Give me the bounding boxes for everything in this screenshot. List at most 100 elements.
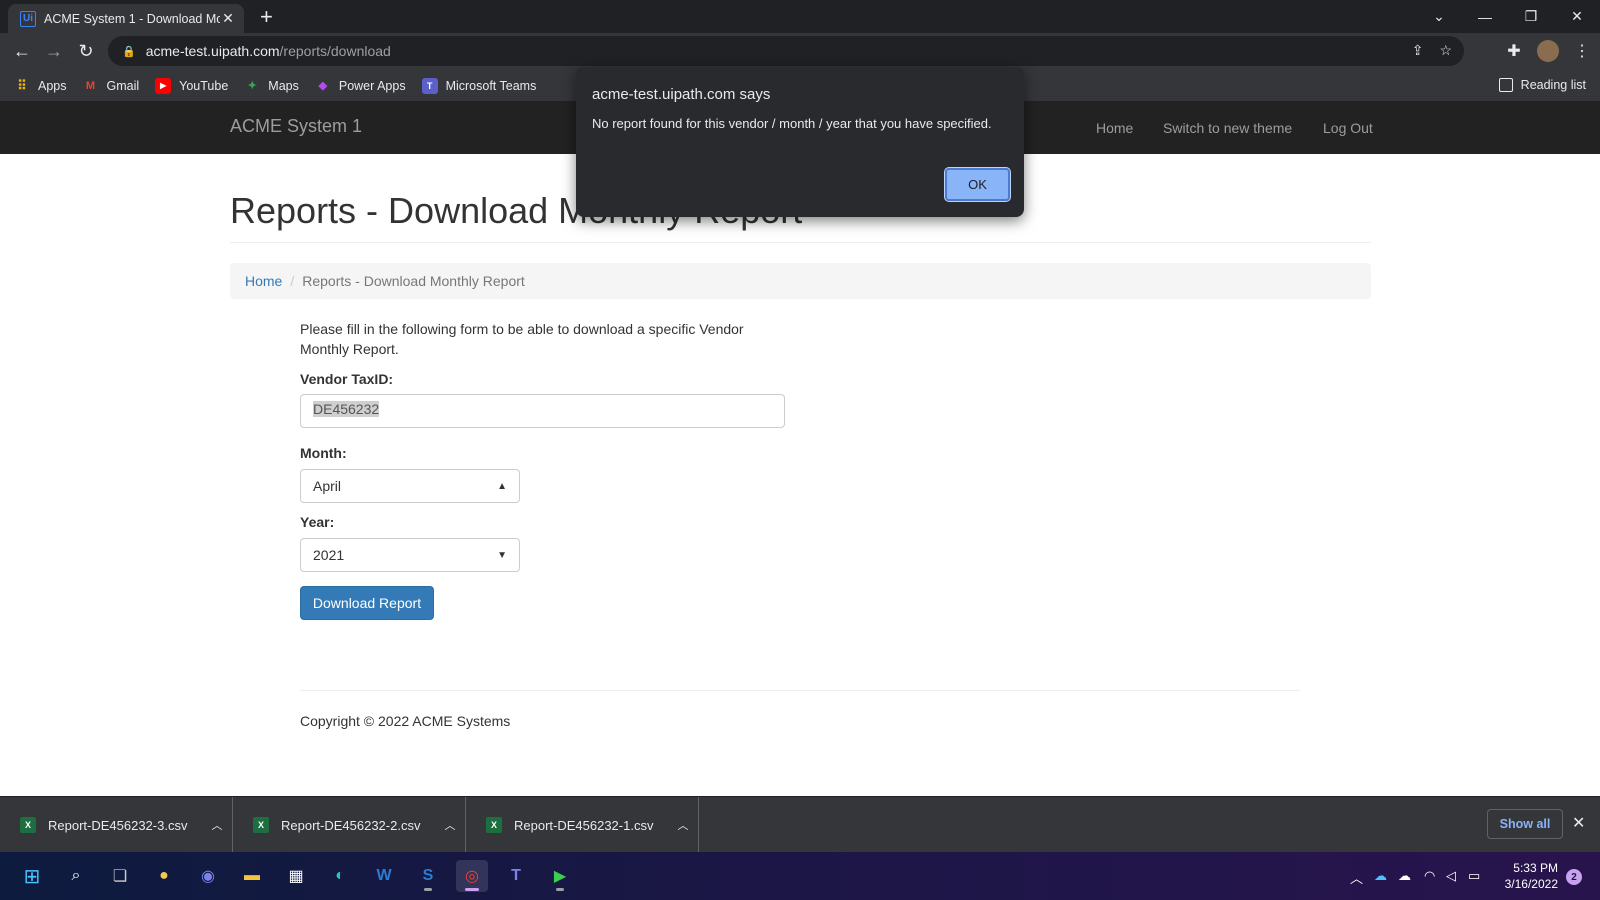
reload-icon[interactable]: ↻ — [74, 39, 98, 63]
bookmark-label: Maps — [268, 78, 299, 93]
vendor-taxid-input[interactable]: DE456232 — [300, 394, 785, 428]
download-item[interactable]: X Report-DE456232-1.csv ︿ — [466, 797, 699, 853]
task-view-icon[interactable]: ❏ — [104, 860, 136, 892]
bookmark-youtube[interactable]: ▶ YouTube — [155, 77, 228, 94]
bookmark-label: Microsoft Teams — [445, 78, 537, 93]
clock-time: 5:33 PM — [1513, 861, 1558, 875]
onedrive-icon[interactable]: ☁ — [1374, 868, 1387, 884]
year-select[interactable]: 2021 ▼ — [300, 538, 520, 572]
bookmark-gmail[interactable]: M Gmail — [83, 78, 140, 94]
power-apps-icon: ◆ — [318, 80, 328, 92]
restore-window-button[interactable]: ❐ — [1508, 0, 1554, 33]
share-icon[interactable]: ⇪ — [1412, 42, 1424, 59]
download-item[interactable]: X Report-DE456232-2.csv ︿ — [233, 797, 466, 853]
notification-badge[interactable]: 2 — [1566, 869, 1582, 885]
windows-start-icon[interactable]: ⊞ — [16, 860, 48, 892]
battery-icon[interactable]: ▭ — [1468, 868, 1480, 884]
teams-chat-icon[interactable]: ◉ — [192, 860, 224, 892]
windows-taskbar: ⊞ ⌕ ❏ ● ◉ ▬ ▦ ◐ W S ◎ T ▶ ︿ ☁ ☁ ◠ ◁ ▭ 5:… — [0, 852, 1600, 900]
reading-list-label: Reading list — [1520, 78, 1586, 92]
tab-search-icon[interactable]: ⌄ — [1416, 0, 1462, 33]
search-icon[interactable]: ⌕ — [60, 860, 92, 892]
breadcrumb-separator: / — [290, 273, 295, 289]
nav-switch-theme-link[interactable]: Switch to new theme — [1163, 120, 1292, 136]
month-label: Month: — [300, 445, 347, 461]
extensions-puzzle-icon[interactable]: ✚ — [1502, 39, 1526, 63]
browser-tab-strip: Ui ACME System 1 - Download Mon ✕ + ⌄ — … — [0, 0, 1600, 33]
close-shelf-icon[interactable]: ✕ — [1572, 813, 1585, 833]
lock-icon: 🔒 — [122, 45, 136, 58]
download-report-button[interactable]: Download Report — [300, 586, 434, 620]
excel-file-icon: X — [486, 817, 502, 833]
browser-tab-active[interactable]: Ui ACME System 1 - Download Mon ✕ — [8, 4, 244, 33]
address-bar[interactable]: 🔒 acme-test.uipath.com /reports/download… — [108, 36, 1464, 66]
running-indicator — [424, 888, 432, 891]
onedrive-personal-icon[interactable]: ☁ — [1398, 868, 1411, 884]
word-icon[interactable]: W — [368, 860, 400, 892]
new-tab-button[interactable]: + — [260, 4, 273, 30]
excel-file-icon: X — [253, 817, 269, 833]
close-tab-icon[interactable]: ✕ — [220, 10, 236, 27]
alert-dialog: acme-test.uipath.com says No report foun… — [576, 67, 1024, 217]
edge-browser-icon[interactable]: ◐ — [324, 860, 356, 892]
widgets-icon[interactable]: ● — [148, 860, 180, 892]
show-hidden-icons-chevron-icon[interactable]: ︿ — [1350, 868, 1363, 887]
bookmark-power-apps[interactable]: ◆ Power Apps — [315, 78, 406, 94]
dialog-message: No report found for this vendor / month … — [592, 116, 992, 131]
chevron-up-icon[interactable]: ︿ — [435, 817, 465, 833]
minimize-window-button[interactable]: — — [1462, 0, 1508, 33]
file-explorer-icon[interactable]: ▬ — [236, 860, 268, 892]
running-indicator — [556, 888, 564, 891]
dialog-ok-button[interactable]: OK — [944, 167, 1011, 202]
chrome-menu-icon[interactable]: ⋮ — [1570, 39, 1594, 63]
caret-up-icon: ▲ — [497, 480, 507, 492]
breadcrumb-home-link[interactable]: Home — [245, 273, 282, 289]
bookmark-star-icon[interactable]: ☆ — [1439, 42, 1452, 59]
browser-toolbar: ← → ↻ 🔒 acme-test.uipath.com /reports/do… — [0, 33, 1600, 70]
chevron-up-icon[interactable]: ︿ — [202, 817, 232, 833]
forward-arrow-icon[interactable]: → — [42, 39, 66, 63]
bookmark-apps[interactable]: ⠿ Apps — [14, 78, 66, 94]
close-window-button[interactable]: ✕ — [1554, 0, 1600, 33]
system-clock[interactable]: 5:33 PM 3/16/2022 — [1500, 860, 1558, 892]
year-selected-value: 2021 — [313, 547, 345, 563]
download-filename: Report-DE456232-1.csv — [514, 817, 654, 833]
teams-icon[interactable]: T — [500, 860, 532, 892]
maps-icon: ✦ — [247, 80, 257, 92]
taxid-value: DE456232 — [313, 401, 380, 417]
youtube-icon: ▶ — [155, 77, 172, 94]
volume-icon[interactable]: ◁ — [1446, 868, 1456, 884]
download-filename: Report-DE456232-2.csv — [281, 817, 421, 833]
bookmark-maps[interactable]: ✦ Maps — [244, 78, 299, 94]
reading-list-icon — [1498, 78, 1513, 92]
breadcrumb-current: Reports - Download Monthly Report — [302, 273, 525, 289]
site-brand[interactable]: ACME System 1 — [230, 116, 362, 137]
microsoft-store-icon[interactable]: ▦ — [280, 860, 312, 892]
uipath-studio-icon[interactable]: ▶ — [544, 860, 576, 892]
nav-home-link[interactable]: Home — [1096, 120, 1133, 136]
chevron-up-icon[interactable]: ︿ — [668, 817, 698, 833]
nav-logout-link[interactable]: Log Out — [1323, 120, 1373, 136]
url-path: /reports/download — [279, 43, 391, 59]
show-all-downloads-button[interactable]: Show all — [1487, 809, 1563, 839]
month-select[interactable]: April ▲ — [300, 469, 520, 503]
copyright-text: Copyright © 2022 ACME Systems — [300, 713, 511, 729]
uipath-favicon-icon: Ui — [20, 10, 36, 27]
year-label: Year: — [300, 514, 335, 530]
breadcrumb: Home / Reports - Download Monthly Report — [230, 263, 1371, 299]
back-arrow-icon[interactable]: ← — [10, 39, 34, 63]
bookmark-teams[interactable]: T Microsoft Teams — [421, 77, 537, 94]
bookmark-label: Gmail — [106, 78, 140, 93]
sharepoint-icon[interactable]: S — [412, 860, 444, 892]
wifi-icon[interactable]: ◠ — [1424, 868, 1435, 884]
download-item[interactable]: X Report-DE456232-3.csv ︿ — [0, 797, 233, 853]
bookmark-label: Power Apps — [338, 78, 406, 93]
reading-list-button[interactable]: Reading list — [1498, 78, 1586, 92]
chrome-icon[interactable]: ◎ — [456, 860, 488, 892]
vendor-taxid-label: Vendor TaxID: — [300, 371, 394, 387]
active-indicator — [465, 888, 479, 891]
download-shelf: X Report-DE456232-3.csv ︿ X Report-DE456… — [0, 796, 1600, 853]
gmail-icon: M — [85, 79, 96, 92]
form-intro-text: Please fill in the following form to be … — [300, 321, 744, 357]
profile-avatar[interactable] — [1536, 39, 1560, 63]
